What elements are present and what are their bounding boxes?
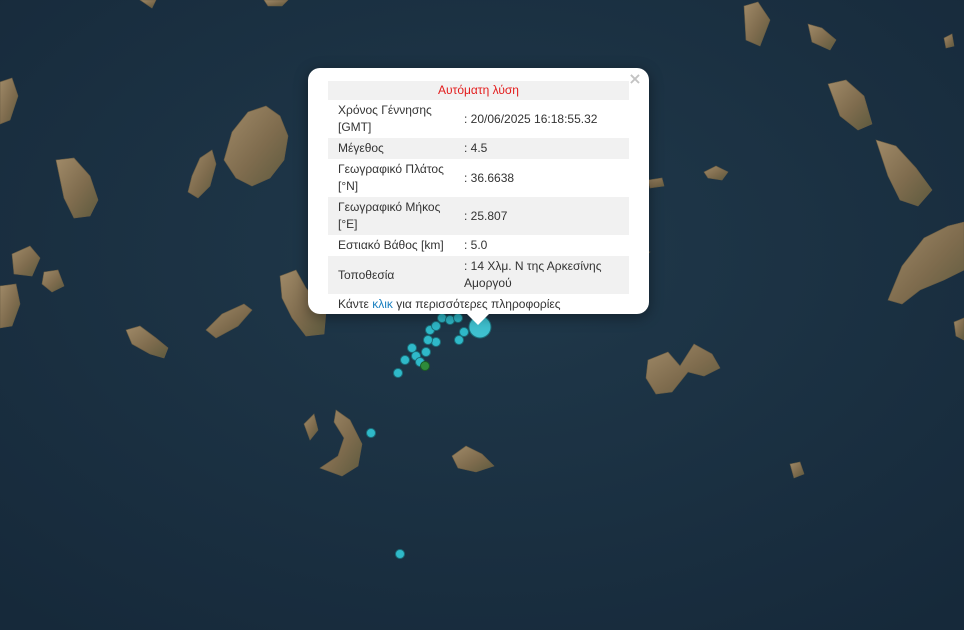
depth-value: : 5.0 [464,238,488,252]
close-icon[interactable]: × [627,71,643,87]
popup-tip [464,311,492,325]
location-label: Τοποθεσία [328,256,456,294]
earthquake-marker[interactable] [423,335,433,345]
magnitude-value: : 4.5 [456,138,629,159]
latitude-label: Γεωγραφικό Πλάτος [°N] [338,162,444,193]
earthquake-marker[interactable] [454,335,464,345]
origin-time-value: : 20/06/2025 16:18:55.32 [464,111,598,126]
earthquake-marker[interactable] [366,428,376,438]
more-info-prefix: Κάντε [338,297,369,311]
earthquake-marker[interactable] [421,347,431,357]
earthquake-marker[interactable] [459,327,469,337]
earthquake-info-popup: × Αυτόματη λύση Χρόνος Γέννησης [GMT] : … [308,68,649,325]
earthquake-info-table: Αυτόματη λύση Χρόνος Γέννησης [GMT] : 20… [328,81,629,294]
depth-label: Εστιακό Βάθος [km] [338,238,444,252]
origin-time-label: Χρόνος Γέννησης [GMT] [338,103,432,134]
earthquake-marker[interactable] [400,355,410,365]
more-info-suffix: για περισσότερες πληροφορίες [396,297,561,311]
longitude-label: Γεωγραφικό Μήκος [°E] [328,197,456,235]
magnitude-label: Μέγεθος [328,138,456,159]
location-value: : 14 Χλμ. Ν της Αρκεσίνης Αμοργού [456,256,629,294]
earthquake-marker-green[interactable] [420,361,430,371]
more-info-line: Κάντε κλικ για περισσότερες πληροφορίες [328,297,629,311]
earthquake-marker[interactable] [431,321,441,331]
earthquake-marker[interactable] [453,313,463,323]
solution-title: Αυτόματη λύση [328,81,629,100]
more-info-link[interactable]: κλικ [372,297,393,311]
earthquake-marker[interactable] [393,368,403,378]
island-kinaros [647,177,665,189]
longitude-value: : 25.807 [456,197,629,235]
earthquake-marker[interactable] [395,549,405,559]
latitude-value: : 36.6638 [464,170,515,185]
